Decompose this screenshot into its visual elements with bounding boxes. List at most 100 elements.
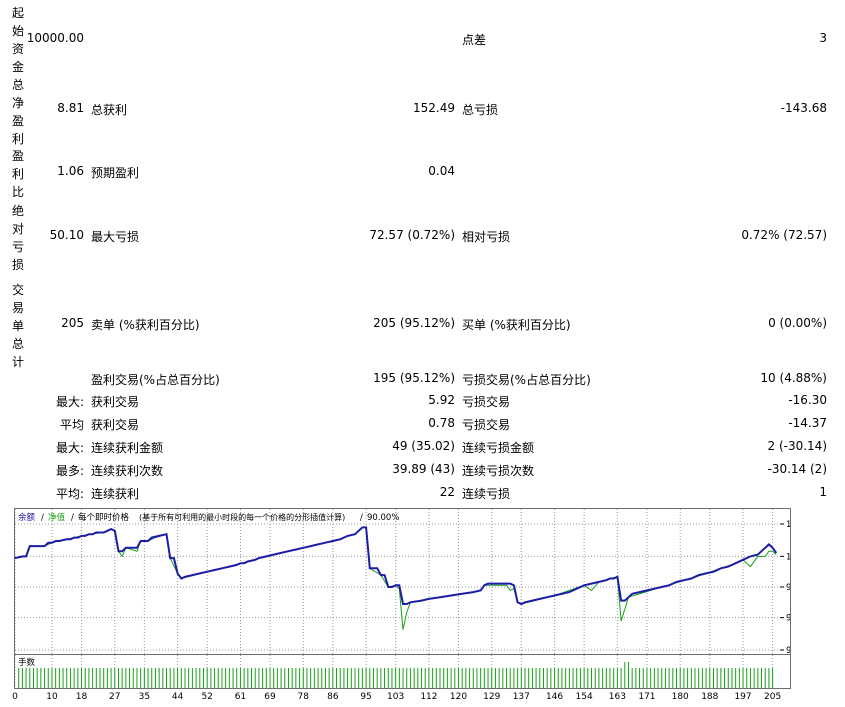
largest-loss-trade-value: -16.30	[788, 393, 827, 407]
x-tick-label: 120	[450, 692, 467, 702]
long-positions-label: 买单 (%获利百分比)	[462, 318, 571, 332]
y-tick-label: 9948	[786, 646, 790, 654]
detail-prefix: 最大:	[55, 441, 84, 455]
short-positions-value: 205 (95.12%)	[373, 316, 455, 330]
initial-deposit-value: 10000.00	[26, 31, 84, 45]
y-tick-label: 9967	[786, 614, 790, 624]
x-tick-label: 112	[420, 692, 437, 702]
x-tick-label: 86	[327, 692, 339, 702]
y-tick-label: 9985	[786, 583, 790, 593]
maximal-consecutive-losses-value: -30.14 (2)	[767, 462, 828, 476]
chart-legend: 余额 / 净值 / 每个即时价格 (基于所有可利用的最小时段的每一个价格的分形插…	[18, 512, 399, 523]
lots-volume-chart: 手数	[14, 655, 774, 688]
average-profit-trade-value: 0.78	[428, 416, 455, 430]
maximal-consecutive-wins-label: 连续获利次数	[91, 464, 164, 478]
x-tick-label: 154	[576, 692, 593, 702]
spread-value: 3	[819, 31, 827, 45]
average-loss-trade-label: 亏损交易	[462, 418, 511, 432]
gross-loss-label: 总亏损	[462, 103, 499, 117]
spread-label: 点差	[462, 33, 487, 47]
gross-profit-value: 152.49	[413, 101, 455, 115]
profit-trades-label: 盈利交易(%占总百分比)	[91, 373, 220, 387]
legend-separator: /	[71, 513, 74, 523]
legend-quality: 90.00%	[367, 513, 399, 523]
x-tick-label: 78	[298, 692, 310, 702]
long-positions-value: 0 (0.00%)	[768, 316, 827, 330]
profit-factor-value: 1.06	[57, 164, 84, 178]
average-profit-trade-label: 获利交易	[91, 418, 140, 432]
lots-grid	[14, 655, 774, 688]
legend-balance: 余额	[18, 512, 36, 523]
average-consecutive-losses-value: 1	[819, 485, 827, 499]
x-tick-label: 171	[638, 692, 655, 702]
x-axis: 0 10 18 27 35 44 52 61 69 78 86 95 103 112 120 129 137 14…	[12, 692, 781, 702]
gross-loss-value: -143.68	[780, 101, 827, 115]
x-tick-label: 18	[76, 692, 88, 702]
y-tick-label: 10003	[786, 552, 790, 562]
max-consecutive-profit-value: 49 (35.02)	[392, 439, 455, 453]
largest-loss-trade-label: 亏损交易	[462, 395, 511, 409]
loss-trades-label: 亏损交易(%占总百分比)	[462, 373, 591, 387]
expected-payoff-label: 预期盈利	[91, 166, 140, 180]
x-tick-label: 52	[201, 692, 212, 702]
detail-prefix: 平均	[59, 418, 84, 432]
x-tick-label: 205	[764, 692, 781, 702]
max-consecutive-loss-label: 连续亏损金额	[462, 441, 535, 455]
largest-profit-trade-value: 5.92	[428, 393, 455, 407]
x-tick-label: 137	[513, 692, 530, 702]
relative-drawdown-value: 0.72% (72.57)	[741, 228, 827, 242]
max-consecutive-loss-value: 2 (-30.14)	[767, 439, 828, 453]
short-positions-label: 卖单 (%获利百分比)	[91, 318, 200, 332]
average-consecutive-wins-value: 22	[439, 485, 455, 499]
absolute-drawdown-label: 绝对亏损	[12, 204, 25, 272]
profit-trades-value: 195 (95.12%)	[373, 371, 455, 385]
lots-label: 手数	[18, 657, 36, 668]
gross-profit-label: 总获利	[91, 103, 128, 117]
profit-factor-label: 盈利比	[12, 149, 25, 199]
loss-trades-value: 10 (4.88%)	[760, 371, 827, 385]
x-tick-label: 197	[734, 692, 751, 702]
volume-bars	[18, 662, 774, 688]
total-trades-label: 交易单总计	[12, 283, 25, 369]
legend-note: (基于所有可利用的最小时段的每一个价格的分形插值计算)	[139, 512, 345, 522]
x-tick-label: 95	[360, 692, 371, 702]
total-net-profit-value: 8.81	[57, 101, 84, 115]
x-tick-label: 27	[109, 692, 120, 702]
x-tick-label: 103	[387, 692, 404, 702]
x-tick-label: 61	[235, 692, 246, 702]
legend-equity: 净值	[48, 512, 66, 523]
x-tick-label: 180	[672, 692, 689, 702]
chart-grid	[14, 509, 780, 654]
legend-separator: /	[360, 513, 363, 523]
largest-profit-trade-label: 获利交易	[91, 395, 140, 409]
x-tick-label: 69	[264, 692, 276, 702]
initial-deposit-label: 起始资金	[12, 6, 25, 74]
expected-payoff-value: 0.04	[428, 164, 455, 178]
absolute-drawdown-value: 50.10	[49, 228, 84, 242]
max-consecutive-profit-label: 连续获利金额	[91, 441, 164, 455]
legend-separator: /	[41, 513, 44, 523]
balance-chart-panel: 余额 / 净值 / 每个即时价格 (基于所有可利用的最小时段的每一个价格的分形插…	[14, 508, 813, 656]
x-tick-label: 35	[139, 692, 150, 702]
x-tick-label: 0	[12, 692, 18, 702]
balance-series-line	[14, 526, 778, 606]
average-consecutive-wins-label: 连续获利	[91, 487, 140, 501]
lots-panel: 手数	[14, 654, 791, 689]
detail-prefix: 最多:	[55, 464, 84, 478]
x-tick-label: 146	[546, 692, 563, 702]
x-tick-label: 129	[483, 692, 500, 702]
max-drawdown-label: 最大亏损	[91, 230, 140, 244]
x-tick-label: 10	[46, 692, 58, 702]
x-tick-label: 163	[609, 692, 626, 702]
relative-drawdown-label: 相对亏损	[462, 230, 511, 244]
x-tick-label: 188	[701, 692, 718, 702]
detail-prefix: 平均:	[55, 487, 84, 501]
y-axis-ticks: 10022 10003 9985 9967 9948	[780, 520, 813, 656]
maximal-consecutive-wins-value: 39.89 (43)	[392, 462, 455, 476]
detail-prefix: 最大:	[55, 395, 84, 409]
legend-every-tick: 每个即时价格	[78, 512, 130, 523]
average-loss-trade-value: -14.37	[788, 416, 827, 430]
x-tick-label: 44	[172, 692, 184, 702]
y-tick-label: 10022	[786, 520, 790, 530]
average-consecutive-losses-label: 连续亏损	[462, 487, 511, 501]
